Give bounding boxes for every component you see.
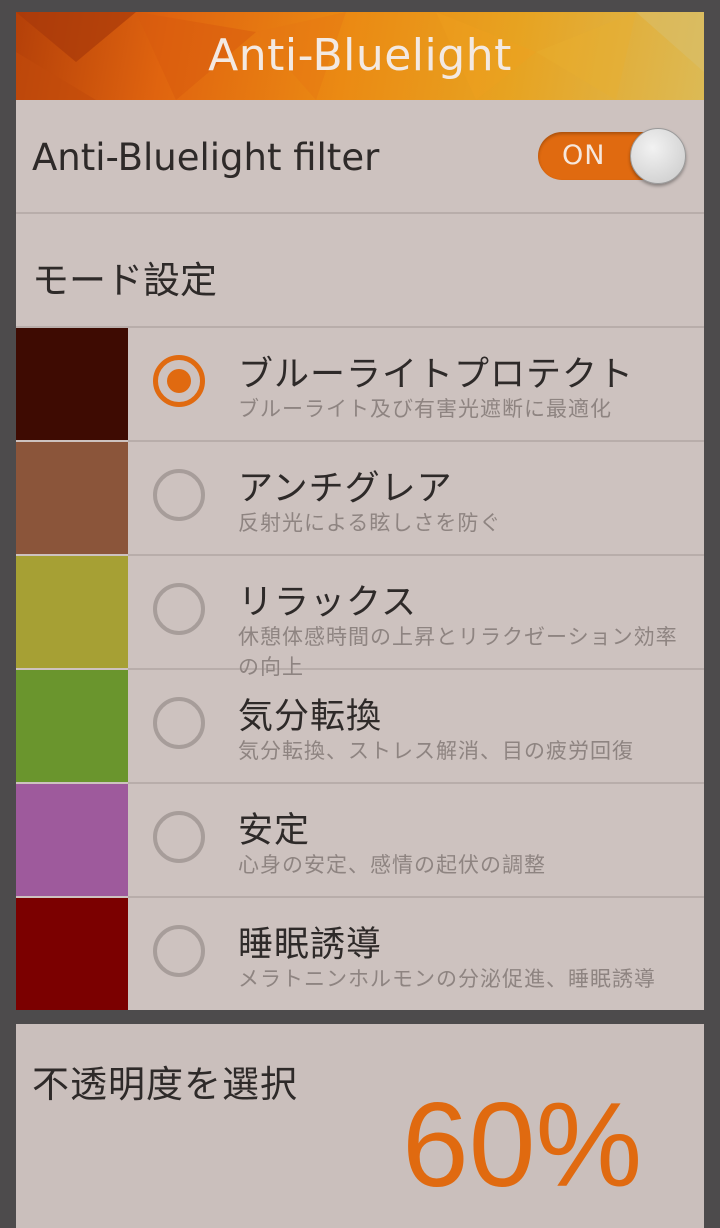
mode-item[interactable]: 安定 心身の安定、感情の起伏の調整: [16, 784, 704, 898]
mode-item[interactable]: ブルーライトプロテクト ブルーライト及び有害光遮断に最適化: [16, 328, 704, 442]
app-title: Anti-Bluelight: [208, 30, 512, 81]
app-header: Anti-Bluelight: [16, 12, 704, 100]
opacity-card[interactable]: 不透明度を選択 60%: [16, 1024, 704, 1228]
mode-description: 反射光による眩しさを防ぐ: [238, 511, 502, 535]
mode-item[interactable]: アンチグレア 反射光による眩しさを防ぐ: [16, 442, 704, 556]
mode-description: メラトニンホルモンの分泌促進、睡眠誘導: [238, 967, 656, 991]
mode-item[interactable]: リラックス 休憩体感時間の上昇とリラクゼーション効率の向上: [16, 556, 704, 679]
radio-button-icon[interactable]: [153, 811, 205, 863]
mode-section-header: モード設定: [16, 214, 704, 328]
mode-item[interactable]: 睡眠誘導 メラトニンホルモンの分泌促進、睡眠誘導: [16, 898, 704, 1010]
filter-toggle[interactable]: ON: [538, 128, 686, 184]
mode-color-swatch: [16, 784, 128, 896]
radio-button-icon[interactable]: [153, 469, 205, 521]
mode-section-label: モード設定: [32, 259, 217, 302]
mode-color-swatch: [16, 898, 128, 1010]
mode-description: 気分転換、ストレス解消、目の疲労回復: [238, 739, 634, 763]
radio-button-icon[interactable]: [153, 355, 205, 407]
radio-button-icon[interactable]: [153, 925, 205, 977]
mode-title: アンチグレア: [238, 469, 453, 509]
mode-description: 心身の安定、感情の起伏の調整: [238, 853, 546, 877]
mode-description: ブルーライト及び有害光遮断に最適化: [238, 397, 612, 421]
main-card: Anti-Bluelight Anti-Bluelight filter ON …: [16, 12, 704, 1010]
radio-button-icon[interactable]: [153, 583, 205, 635]
mode-color-swatch: [16, 670, 128, 782]
opacity-label: 不透明度を選択: [32, 1063, 298, 1106]
filter-label: Anti-Bluelight filter: [32, 136, 380, 179]
mode-title: 睡眠誘導: [238, 925, 383, 965]
toggle-knob[interactable]: [630, 128, 686, 184]
mode-title: 安定: [238, 811, 311, 851]
mode-color-swatch: [16, 442, 128, 554]
radio-button-icon[interactable]: [153, 697, 205, 749]
mode-list: ブルーライトプロテクト ブルーライト及び有害光遮断に最適化 アンチグレア 反射光…: [16, 328, 704, 1010]
opacity-value: 60%: [402, 1078, 643, 1212]
toggle-state-text: ON: [562, 140, 606, 171]
mode-color-swatch: [16, 328, 128, 440]
mode-title: 気分転換: [238, 697, 383, 737]
mode-title: ブルーライトプロテクト: [238, 355, 635, 395]
mode-item[interactable]: 気分転換 気分転換、ストレス解消、目の疲労回復: [16, 670, 704, 784]
filter-row[interactable]: Anti-Bluelight filter ON: [16, 100, 704, 214]
mode-title: リラックス: [238, 583, 417, 623]
mode-color-swatch: [16, 556, 128, 668]
